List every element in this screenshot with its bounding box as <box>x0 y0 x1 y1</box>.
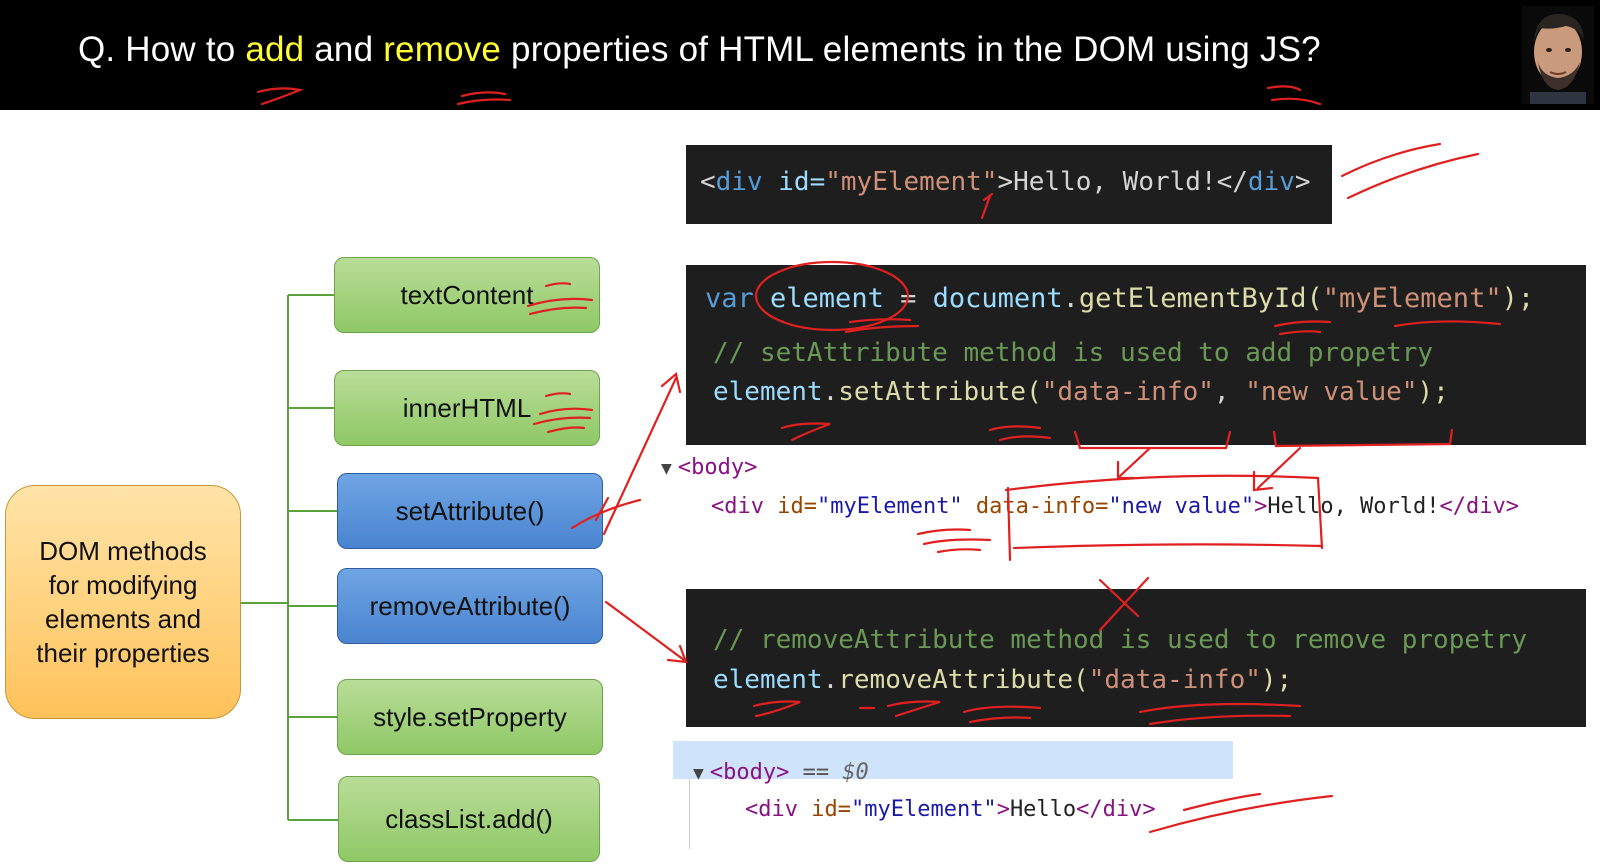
annotation-scribble <box>526 282 594 316</box>
annotation-underline <box>1266 85 1322 106</box>
annotation-underline <box>1138 702 1302 726</box>
annotation-underline <box>916 528 992 554</box>
annotation-arrow <box>1116 446 1152 480</box>
annotation-box <box>1004 474 1324 562</box>
annotation-underline <box>780 422 831 442</box>
annotation-arrow <box>1252 446 1302 492</box>
annotation-slash <box>1148 792 1334 834</box>
annotation-arrow <box>602 371 682 536</box>
annotation-underline <box>1273 320 1332 336</box>
annotation-underline <box>1393 320 1502 328</box>
annotation-arrow <box>570 496 642 530</box>
annotation-underline <box>988 425 1052 442</box>
annotation-slash <box>1340 142 1480 200</box>
annotation-cross <box>1098 576 1150 632</box>
annotation-underline <box>456 91 512 106</box>
annotation-underline <box>256 87 304 106</box>
annotation-bracket <box>1272 428 1454 448</box>
annotation-scribble <box>532 392 594 434</box>
annotation-arrow <box>980 192 994 220</box>
annotation-underline <box>858 700 1042 724</box>
annotation-bracket <box>1073 430 1232 450</box>
annotation-underline <box>752 700 801 718</box>
annotation-arrow <box>604 600 688 664</box>
annotation-layer <box>256 85 1502 834</box>
